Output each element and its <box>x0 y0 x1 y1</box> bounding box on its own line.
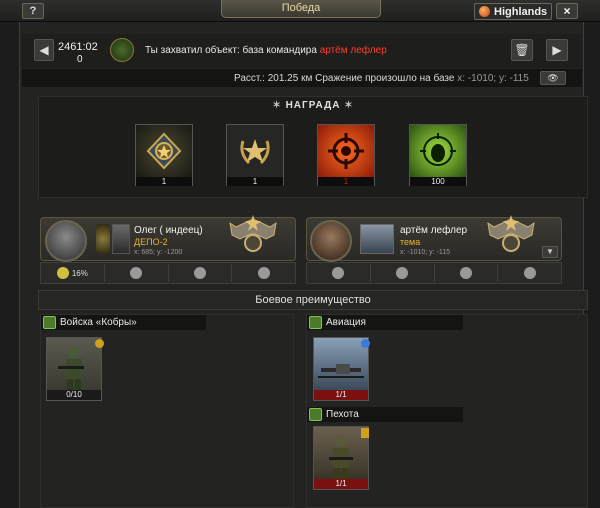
unit-count: 0/10 <box>47 390 101 400</box>
bonus-badge-icon <box>361 339 370 348</box>
power-icon <box>56 267 69 279</box>
drone-icon <box>314 338 368 390</box>
reward-count: 1 <box>227 177 283 186</box>
attacker-coords: x: 685; y: -1200 <box>134 249 183 256</box>
message-prefix: Ты захватил объект: база командира <box>145 45 317 56</box>
star-icon: ✶ <box>272 100 282 111</box>
report-message: Ты захватил объект: база командира артём… <box>145 45 387 56</box>
reward-item[interactable]: 1 <box>317 124 375 186</box>
advantage-title: Боевое преимущество <box>38 290 588 310</box>
reward-count: 1 <box>318 177 374 186</box>
attacker-base: ДЕПО-2 <box>134 237 168 247</box>
defender-stat[interactable] <box>371 264 435 282</box>
group-header: Пехота <box>307 407 463 422</box>
bonus-badge-icon <box>95 339 104 348</box>
unit-count: 1/1 <box>314 479 368 489</box>
mask-crosshair-icon <box>410 125 466 177</box>
reward-panel <box>38 96 588 198</box>
help-button[interactable]: ? <box>22 3 44 19</box>
group-header: Войска «Кобры» <box>41 315 206 330</box>
view-button[interactable]: 👁 <box>540 71 566 85</box>
rank-medal-icon <box>136 125 192 177</box>
defender-photo <box>360 224 394 254</box>
reward-item[interactable]: 100 <box>409 124 467 186</box>
reward-item[interactable]: 1 <box>226 124 284 186</box>
message-target-link[interactable]: артём лефлер <box>320 45 387 56</box>
soldier-icon <box>47 338 101 390</box>
reward-title-text: НАГРАДА <box>285 100 341 111</box>
attacker-avatar <box>45 220 87 262</box>
distance-info: Расст.: 201.25 км Сражение произошло на … <box>234 73 529 84</box>
star-icon: ✶ <box>344 100 354 111</box>
unit-card[interactable]: 1/1 <box>313 337 369 401</box>
report-time: 2461:02 <box>58 41 98 53</box>
capture-report-icon <box>110 38 134 62</box>
clock-icon <box>130 267 143 279</box>
globe-icon <box>479 6 490 17</box>
soldier-icon <box>314 427 368 479</box>
attacker-stats: 16% <box>40 262 296 284</box>
defender-stat[interactable] <box>435 264 499 282</box>
arrow-left-icon: ◀ <box>39 43 49 57</box>
medkit-icon <box>523 267 536 279</box>
reward-count: 1 <box>136 177 192 186</box>
reward-title: ✶ НАГРАДА ✶ <box>38 100 588 111</box>
aviation-icon <box>309 316 322 329</box>
defender-stat[interactable] <box>307 264 371 282</box>
prev-report-button[interactable]: ◀ <box>34 39 54 61</box>
winged-emblem-icon <box>484 213 538 259</box>
trash-icon: 🗑 <box>514 43 530 57</box>
target-crosshair-icon <box>318 125 374 177</box>
attacker-stat[interactable]: 16% <box>41 264 105 282</box>
distance-coords: x: -1010; y: -115 <box>457 73 529 84</box>
shield-icon <box>332 267 345 279</box>
arrow-right-icon: ▶ <box>552 43 562 57</box>
defender-stats <box>306 262 562 284</box>
server-button[interactable]: Highlands <box>474 3 552 20</box>
advantage-left-panel: Войска «Кобры» 0/10 <box>40 314 294 508</box>
bomb-icon <box>193 267 206 279</box>
attacker-stat[interactable] <box>169 264 233 282</box>
unit-count: 1/1 <box>314 390 368 400</box>
attacker-percent: 16% <box>71 268 88 278</box>
group-label: Войска «Кобры» <box>60 317 137 328</box>
defender-coords: x: -1010; y: -115 <box>400 249 451 256</box>
shield-icon <box>257 267 270 279</box>
advantage-right-panel: Авиация 1/1 Пехота 1/1 <box>306 314 588 508</box>
window-title: Победа <box>221 0 381 18</box>
defender-stat[interactable] <box>498 264 561 282</box>
laurel-star-icon <box>227 125 283 177</box>
defender-base: тема <box>400 237 421 247</box>
attacker-name[interactable]: Олег ( индеец) <box>134 225 203 236</box>
group-header: Авиация <box>307 315 463 330</box>
bonus-badge-icon <box>361 428 369 438</box>
radar-icon <box>459 267 472 279</box>
eye-icon: 👁 <box>547 73 559 83</box>
defender-avatar <box>310 220 352 262</box>
unit-portrait-icon <box>112 224 130 254</box>
infantry-icon <box>309 408 322 421</box>
reward-count: 100 <box>410 177 466 186</box>
close-button[interactable]: × <box>556 3 578 19</box>
unit-card[interactable]: 0/10 <box>46 337 102 401</box>
chevron-down-icon: ▼ <box>546 247 554 256</box>
report-count: 0 <box>77 54 83 65</box>
server-label: Highlands <box>494 5 548 18</box>
group-label: Пехота <box>326 409 359 420</box>
swords-icon <box>396 267 409 279</box>
distance-text: Расст.: 201.25 км Сражение произошло на … <box>234 73 455 84</box>
group-label: Авиация <box>326 317 366 328</box>
cobra-icon <box>43 316 56 329</box>
delete-button[interactable]: 🗑 <box>511 39 533 61</box>
next-report-button[interactable]: ▶ <box>546 39 568 61</box>
attacker-stat[interactable] <box>105 264 169 282</box>
expand-button[interactable]: ▼ <box>542 246 558 258</box>
winged-emblem-icon <box>226 213 280 259</box>
attacker-stat[interactable] <box>232 264 295 282</box>
rank-badge-icon <box>96 224 110 254</box>
defender-name[interactable]: артём лефлер <box>400 225 467 236</box>
reward-item[interactable]: 1 <box>135 124 193 186</box>
